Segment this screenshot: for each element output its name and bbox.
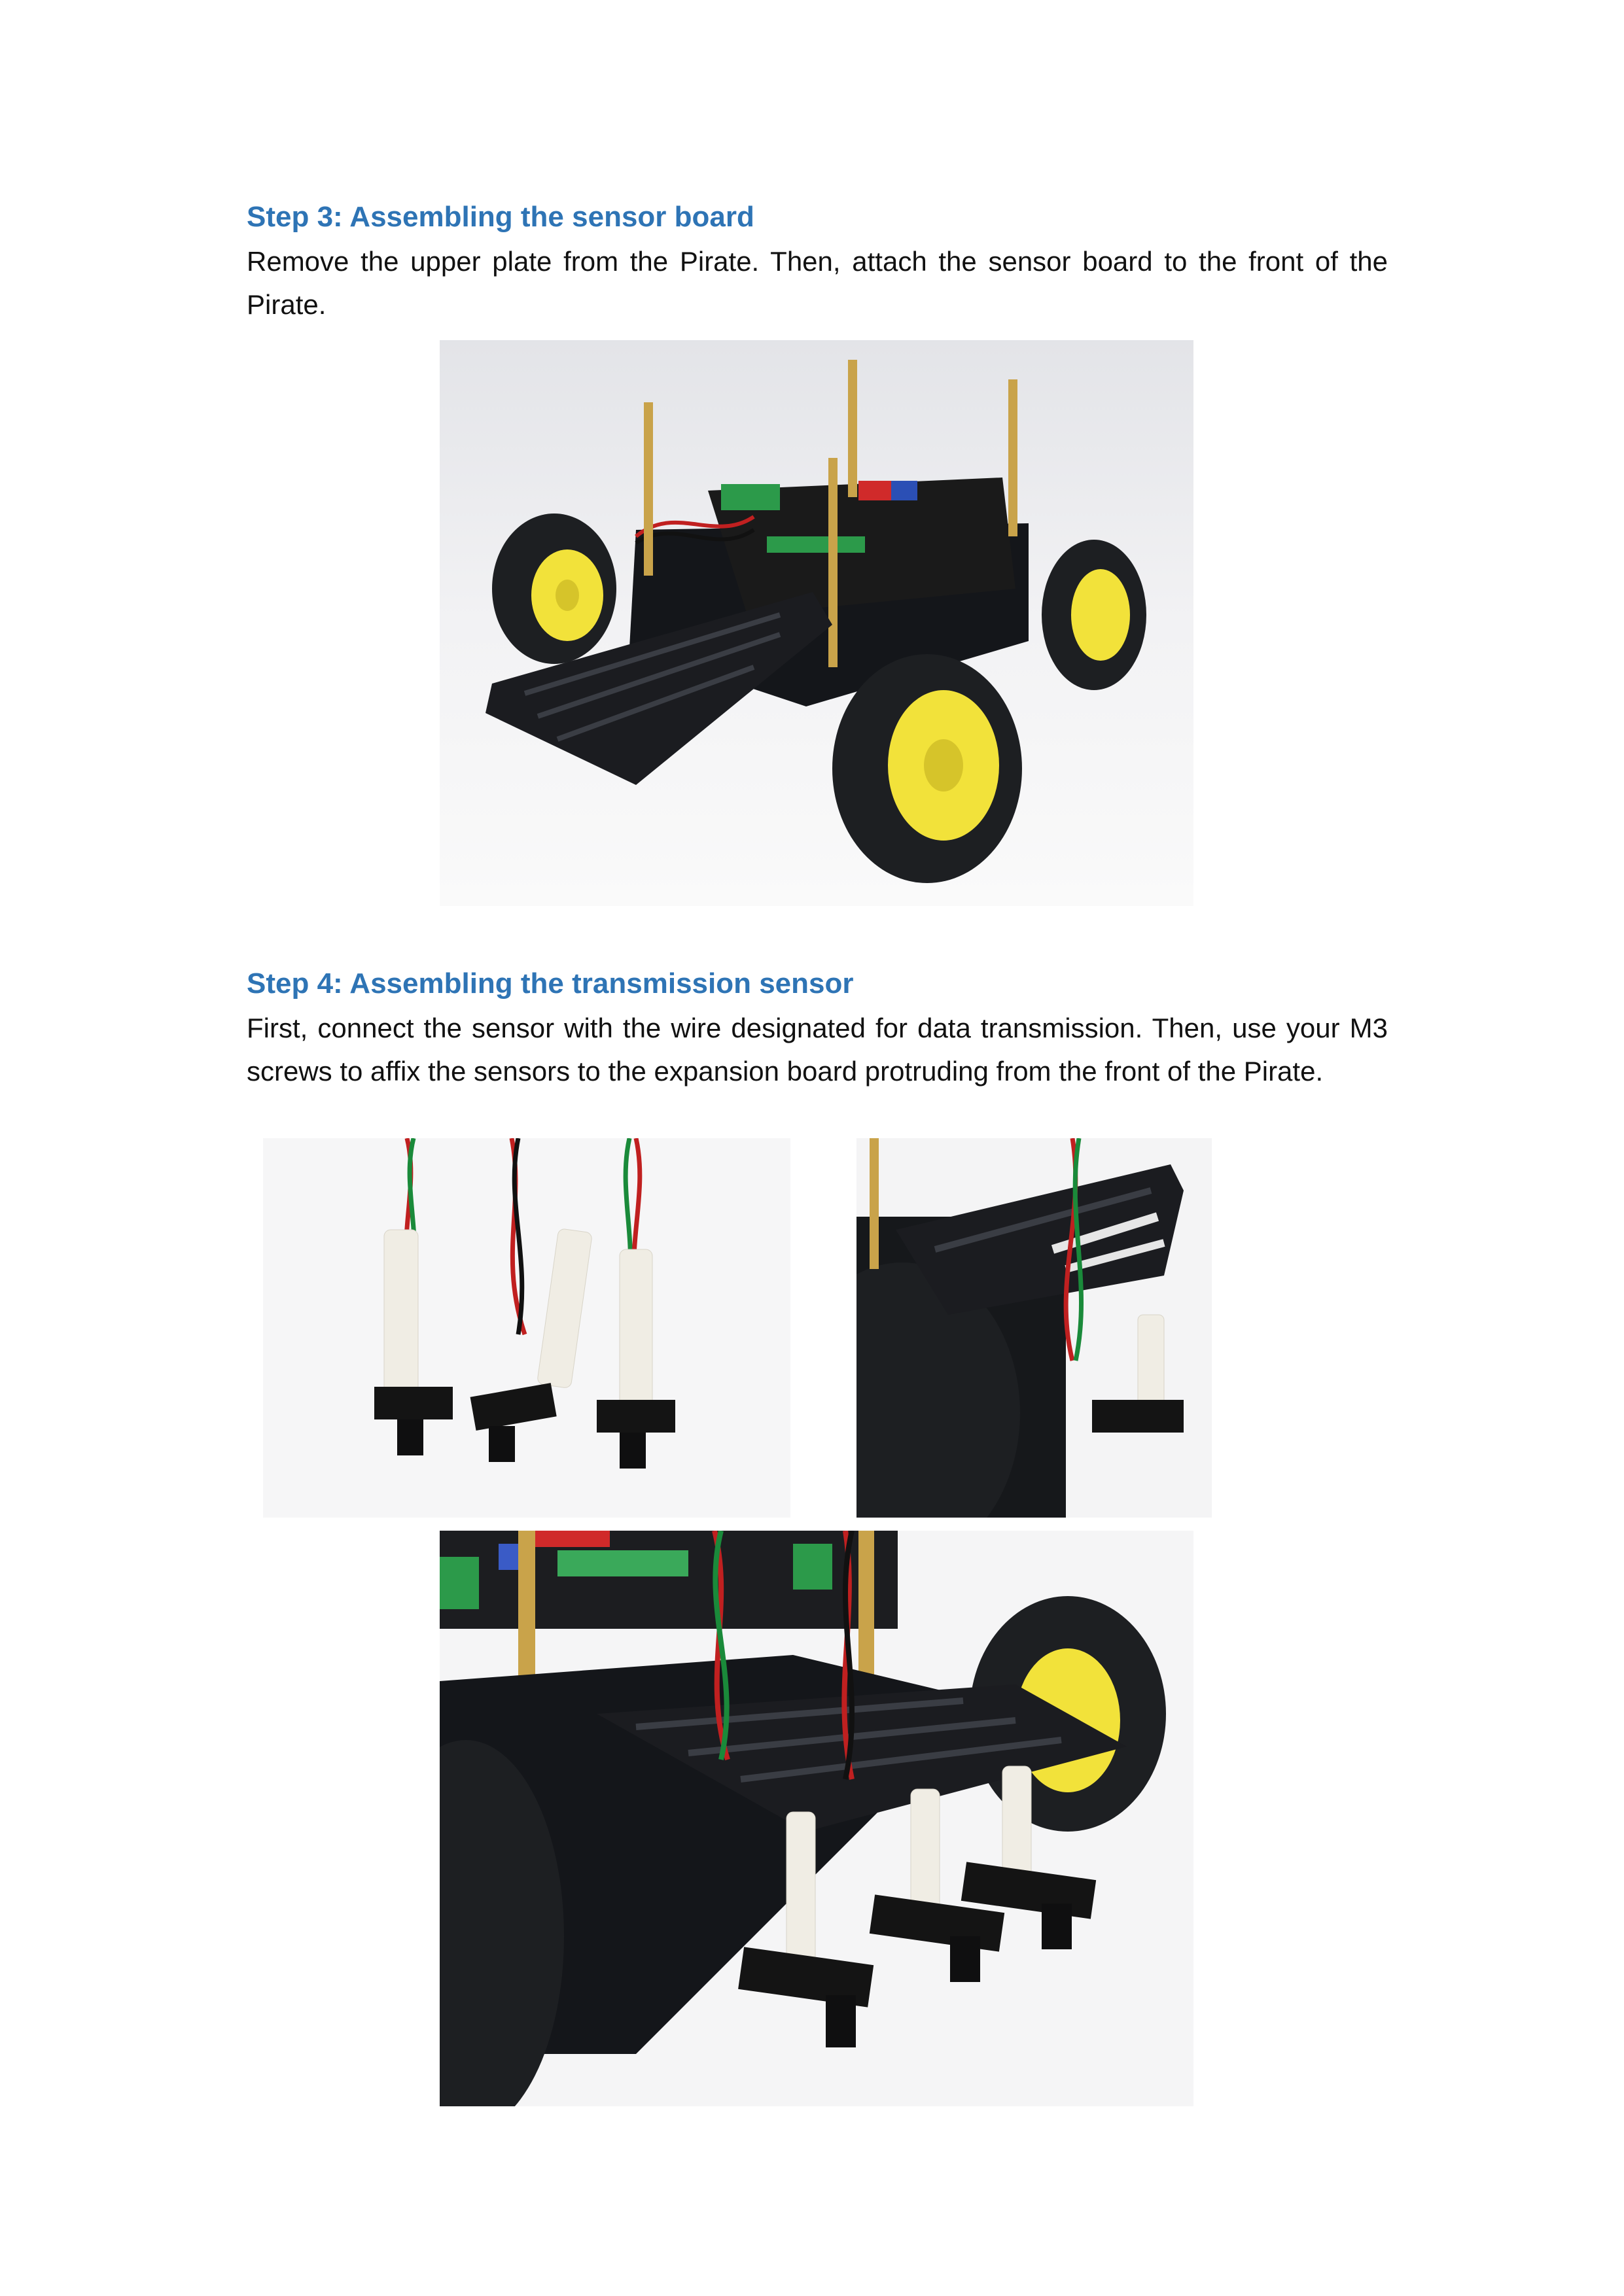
step4-heading: Step 4: Assembling the transmission sens… [247,967,854,1000]
sensors-with-wires-photo [263,1138,790,1518]
robot-sensor-board-photo [440,340,1193,906]
step3-body: Remove the upper plate from the Pirate. … [247,246,1388,320]
sensors-mounted-photo [440,1531,1193,2106]
step4-body: First, connect the sensor with the wire … [247,1013,1388,1087]
sensor-under-plate-photo [856,1138,1212,1518]
step3-heading: Step 3: Assembling the sensor board [247,201,754,233]
